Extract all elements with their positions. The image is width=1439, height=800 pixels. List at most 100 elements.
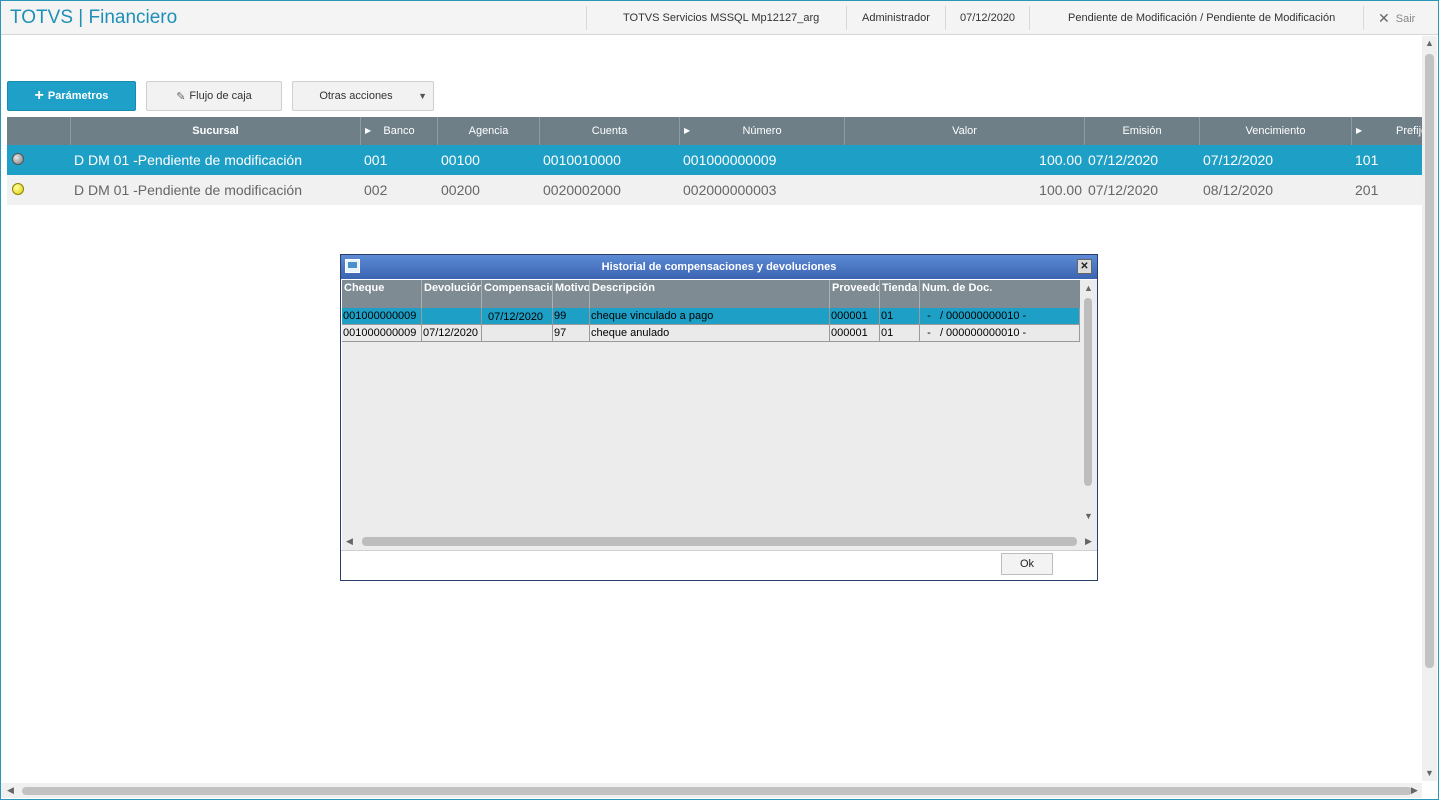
- column-header-proveedor[interactable]: Proveedor: [830, 280, 880, 308]
- cell-motivo: 97: [553, 325, 590, 342]
- cell-numero: 002000000003: [683, 182, 777, 198]
- column-header-num-doc[interactable]: Num. de Doc.: [920, 280, 1080, 308]
- scrollbar-thumb[interactable]: [1425, 54, 1434, 668]
- column-header-tienda[interactable]: Tienda: [880, 280, 920, 308]
- scroll-right-icon[interactable]: ▶: [1085, 536, 1092, 547]
- parametros-button[interactable]: + Parámetros: [7, 81, 136, 111]
- column-header-prefijo[interactable]: ▶ Prefijo: [1352, 117, 1422, 145]
- column-header-sucursal[interactable]: Sucursal: [71, 117, 361, 145]
- vertical-scrollbar[interactable]: ▲ ▼: [1422, 36, 1437, 781]
- cell-compensacion: [482, 325, 553, 342]
- column-header-descripcion[interactable]: Descripción: [590, 280, 830, 308]
- table-row[interactable]: 001000000009 07/12/2020 99 cheque vincul…: [342, 308, 1080, 325]
- scroll-left-icon[interactable]: ◀: [7, 785, 14, 796]
- column-label: Número: [742, 125, 782, 137]
- date-label: 07/12/2020: [960, 12, 1016, 24]
- chevron-down-icon: ▼: [418, 91, 427, 101]
- separator: [586, 6, 587, 30]
- column-header-compensacion[interactable]: Compensación: [482, 280, 553, 308]
- cell-sucursal: D DM 01 -Pendiente de modificación: [74, 152, 303, 168]
- horizontal-scrollbar[interactable]: ◀ ▶: [1, 783, 1422, 798]
- close-icon[interactable]: ✕: [1077, 259, 1092, 274]
- cell-cuenta: 0020002000: [543, 182, 621, 198]
- cell-cheque: 001000000009: [342, 325, 422, 342]
- dialog-title-bar[interactable]: Historial de compensaciones y devolucion…: [341, 255, 1097, 279]
- window-icon: [345, 259, 360, 273]
- cell-sucursal: D DM 01 -Pendiente de modificación: [74, 182, 303, 198]
- status-column-header[interactable]: [7, 117, 71, 145]
- exit-button[interactable]: ✕ Sair: [1378, 10, 1415, 27]
- cell-valor: 100.00: [1039, 182, 1082, 198]
- column-header-banco[interactable]: ▶ Banco: [361, 117, 438, 145]
- column-header-numero[interactable]: ▶ Número: [680, 117, 845, 145]
- parametros-label: Parámetros: [47, 90, 109, 102]
- plus-icon: +: [34, 87, 44, 104]
- divider: [341, 550, 1097, 551]
- exit-label: Sair: [1395, 12, 1416, 25]
- separator: [1029, 6, 1030, 30]
- status-yellow-icon: [12, 183, 24, 195]
- cell-motivo: 99: [553, 308, 590, 325]
- flujo-de-caja-button[interactable]: ✎ Flujo de caja: [146, 81, 282, 111]
- pencil-icon: ✎: [176, 90, 186, 103]
- cell-cuenta: 0010010000: [543, 152, 621, 168]
- cell-valor: 100.00: [1039, 152, 1082, 168]
- environment-label: TOTVS Servicios MSSQL Mp12127_arg: [623, 12, 820, 24]
- scroll-down-icon[interactable]: ▼: [1425, 768, 1434, 778]
- dialog-title: Historial de compensaciones y devolucion…: [601, 261, 837, 273]
- cell-vencimiento: 08/12/2020: [1203, 182, 1274, 198]
- scroll-up-icon[interactable]: ▲: [1425, 38, 1434, 48]
- history-grid-header: Cheque Devolución Compensación Motivo De…: [342, 280, 1080, 308]
- cell-proveedor: 000001: [830, 325, 880, 342]
- cell-vencimiento: 07/12/2020: [1203, 152, 1274, 168]
- table-row[interactable]: D DM 01 -Pendiente de modificación 001 0…: [7, 145, 1422, 175]
- otras-acciones-button[interactable]: Otras acciones ▼: [292, 81, 434, 111]
- cell-numero: 001000000009: [683, 152, 777, 168]
- sort-indicator-icon: ▶: [684, 126, 691, 135]
- otras-label: Otras acciones: [319, 90, 393, 102]
- column-header-emision[interactable]: Emisión: [1085, 117, 1200, 145]
- scroll-down-icon[interactable]: ▼: [1084, 511, 1093, 521]
- scrollbar-thumb[interactable]: [22, 787, 1412, 795]
- cell-num-doc: - / 000000000010 -: [920, 308, 1080, 325]
- scrollbar-thumb[interactable]: [1084, 298, 1092, 486]
- scroll-left-icon[interactable]: ◀: [346, 536, 353, 547]
- scroll-right-icon[interactable]: ▶: [1411, 785, 1418, 796]
- close-icon: ✕: [1378, 10, 1390, 26]
- history-grid: Cheque Devolución Compensación Motivo De…: [342, 280, 1080, 533]
- history-dialog: Historial de compensaciones y devolucion…: [340, 254, 1098, 581]
- status-gray-icon: [12, 153, 24, 165]
- column-header-devolucion[interactable]: Devolución: [422, 280, 482, 308]
- column-label: Banco: [383, 125, 415, 137]
- ok-button[interactable]: Ok: [1001, 553, 1053, 575]
- column-header-valor[interactable]: Valor: [845, 117, 1085, 145]
- column-header-cuenta[interactable]: Cuenta: [540, 117, 680, 145]
- dialog-horizontal-scrollbar[interactable]: ◀ ▶: [342, 533, 1097, 550]
- separator: [846, 6, 847, 30]
- user-label: Administrador: [862, 12, 930, 24]
- separator: [945, 6, 946, 30]
- cell-devolucion: [422, 308, 482, 325]
- cell-prefijo: 101: [1355, 152, 1379, 168]
- cell-compensacion: 07/12/2020: [482, 308, 553, 325]
- scrollbar-thumb[interactable]: [362, 537, 1077, 546]
- table-row[interactable]: D DM 01 -Pendiente de modificación 002 0…: [7, 175, 1422, 205]
- cell-banco: 001: [364, 152, 388, 168]
- column-label: Prefijo: [1396, 125, 1422, 137]
- sort-indicator-icon: ▶: [1356, 126, 1363, 135]
- column-header-agencia[interactable]: Agencia: [438, 117, 540, 145]
- column-header-motivo[interactable]: Motivo: [553, 280, 590, 308]
- app-title: TOTVS | Financiero: [10, 7, 178, 28]
- cell-tienda: 01: [880, 308, 920, 325]
- cell-emision: 07/12/2020: [1088, 182, 1159, 198]
- cell-descripcion: cheque anulado: [590, 325, 830, 342]
- dialog-vertical-scrollbar[interactable]: ▲ ▼: [1080, 280, 1097, 533]
- scroll-up-icon[interactable]: ▲: [1084, 283, 1093, 293]
- cell-banco: 002: [364, 182, 388, 198]
- separator: [1363, 6, 1364, 30]
- cell-agencia: 00100: [441, 152, 480, 168]
- status-label: Pendiente de Modificación / Pendiente de…: [1068, 12, 1336, 24]
- table-row[interactable]: 001000000009 07/12/2020 97 cheque anulad…: [342, 325, 1080, 342]
- column-header-vencimiento[interactable]: Vencimiento: [1200, 117, 1352, 145]
- column-header-cheque[interactable]: Cheque: [342, 280, 422, 308]
